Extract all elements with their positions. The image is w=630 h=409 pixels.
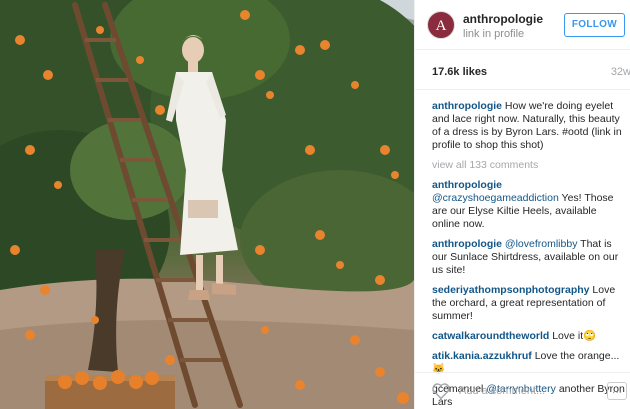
comment-username[interactable]: sederiyathompsonphotography bbox=[432, 284, 590, 296]
heart-icon[interactable] bbox=[431, 382, 451, 400]
post-header: A anthropologie link in profile FOLLOW bbox=[415, 0, 630, 50]
post-photo bbox=[0, 0, 414, 409]
post-side-panel: A anthropologie link in profile FOLLOW 1… bbox=[414, 0, 630, 409]
follow-button[interactable]: FOLLOW bbox=[563, 13, 625, 37]
caption-username[interactable]: anthropologie bbox=[432, 100, 502, 112]
list-item: sederiyathompsonphotography Love the orc… bbox=[432, 284, 626, 323]
list-item: anthropologie @crazyshoegameaddiction Ye… bbox=[432, 179, 626, 231]
comment-username[interactable]: anthropologie bbox=[432, 179, 502, 191]
comment-mention[interactable]: @lovefromlibby bbox=[505, 238, 578, 250]
more-options-button[interactable]: ... bbox=[607, 382, 627, 400]
list-item: anthropologie @lovefromlibby That is our… bbox=[432, 238, 626, 277]
post-stats: 17.6k likes 32w bbox=[415, 50, 630, 90]
likes-count[interactable]: 17.6k likes bbox=[432, 66, 487, 78]
comment-username[interactable]: anthropologie bbox=[432, 238, 502, 250]
comment-bar: Add a comment... ... bbox=[415, 372, 630, 409]
add-comment-input[interactable]: Add a comment... bbox=[459, 385, 545, 397]
comment-list: anthropologie How we're doing eyelet and… bbox=[432, 100, 626, 409]
orange-orchard-illustration bbox=[0, 0, 414, 409]
profile-subtitle: link in profile bbox=[463, 28, 525, 40]
post-username[interactable]: anthropologie bbox=[463, 12, 543, 26]
view-all-comments-link[interactable]: view all 133 comments bbox=[432, 159, 626, 172]
list-item: catwalkaroundtheworld Love it🙄 bbox=[432, 330, 626, 343]
comment-username[interactable]: catwalkaroundtheworld bbox=[432, 330, 549, 342]
post-age[interactable]: 32w bbox=[611, 66, 630, 78]
comment-username[interactable]: atik.kania.azzukhruf bbox=[432, 350, 532, 362]
comment-mention[interactable]: @crazyshoegameaddiction bbox=[432, 192, 559, 204]
comment-text: Love it🙄 bbox=[549, 330, 597, 342]
caption: anthropologie How we're doing eyelet and… bbox=[432, 100, 626, 152]
avatar[interactable]: A bbox=[427, 11, 455, 39]
